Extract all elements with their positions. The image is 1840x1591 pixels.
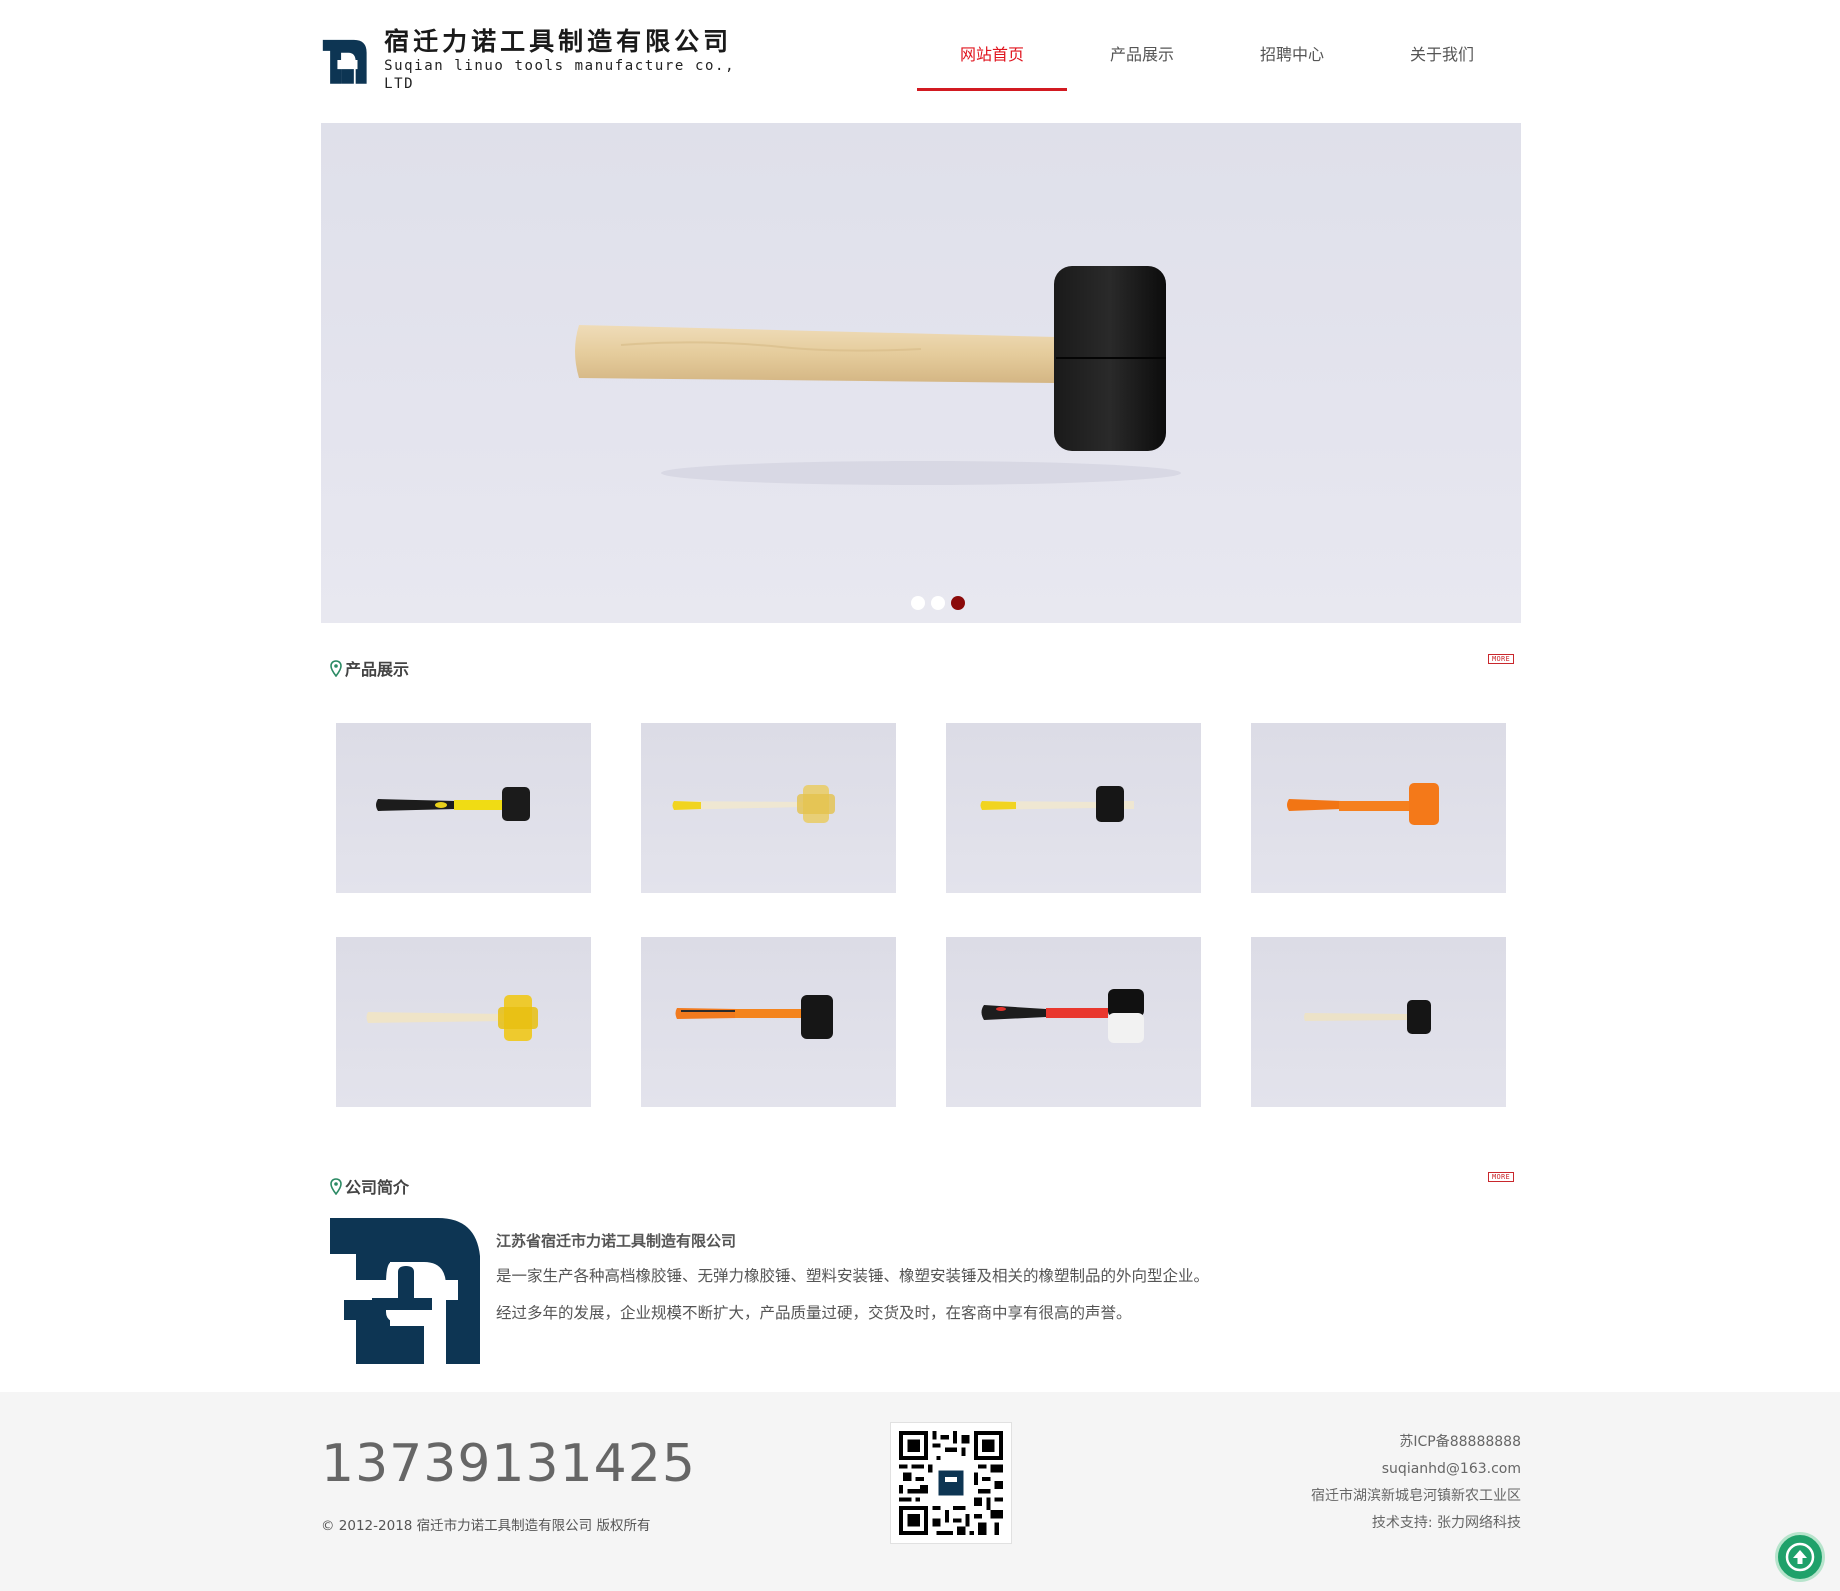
icp-number[interactable]: 苏ICP备88888888 (1311, 1429, 1521, 1456)
logo-chinese-name: 宿迁力诺工具制造有限公司 (384, 27, 733, 56)
carousel-dot-2[interactable] (931, 596, 945, 610)
product-card[interactable] (641, 937, 896, 1107)
carousel-dot-3[interactable] (951, 596, 965, 610)
carousel-dots (911, 596, 965, 610)
product-card[interactable] (336, 937, 591, 1107)
location-pin-icon (330, 1177, 342, 1195)
products-section-header: 产品展示 MORE (330, 654, 1520, 680)
hammer-black-yellow-handle-icon (376, 787, 530, 821)
product-card[interactable] (946, 937, 1201, 1107)
about-company-name: 江苏省宿迁市力诺工具制造有限公司 (496, 1232, 737, 1250)
product-card[interactable] (641, 723, 896, 893)
logo-english-name: Suqian linuo tools manufacture co., LTD (384, 58, 736, 92)
product-grid (336, 723, 1506, 1107)
product-card[interactable] (1251, 723, 1506, 893)
site-header: 宿迁力诺工具制造有限公司 Suqian linuo tools manufact… (321, 0, 1521, 123)
tech-support[interactable]: 技术支持: 张力网络科技 (1311, 1510, 1521, 1537)
hero-hammer-image (575, 266, 1181, 485)
copyright-text: © 2012-2018 宿迁市力诺工具制造有限公司 版权所有 (321, 1518, 651, 1534)
products-more-button[interactable]: MORE (1488, 654, 1514, 664)
company-logo-large-icon (330, 1218, 480, 1364)
hammer-black-wood-handle-small-icon (1304, 1000, 1431, 1034)
company-logo[interactable]: 宿迁力诺工具制造有限公司 Suqian linuo tools manufact… (321, 27, 741, 92)
product-card[interactable] (1251, 937, 1506, 1107)
about-section-header: 公司简介 MORE (330, 1172, 1520, 1198)
carousel-dot-1[interactable] (911, 596, 925, 610)
contact-phone: 13739131425 (321, 1434, 696, 1494)
contact-email[interactable]: suqianhd@163.com (1311, 1456, 1521, 1483)
company-address: 宿迁市湖滨新城皂河镇新农工业区 (1311, 1488, 1521, 1504)
products-section-title: 产品展示 (345, 660, 410, 679)
logo-mark-icon (322, 39, 367, 84)
site-footer: 13739131425 © 2012-2018 宿迁市力诺工具制造有限公司 版权… (0, 1392, 1840, 1591)
product-card[interactable] (336, 723, 591, 893)
hammer-black-white-red-handle-icon (981, 989, 1144, 1043)
hero-banner[interactable] (321, 123, 1521, 623)
nav-about[interactable]: 关于我们 (1367, 44, 1517, 92)
hammer-black-orange-handle-icon (675, 995, 833, 1039)
main-nav: 网站首页 产品展示 招聘中心 关于我们 (917, 44, 1517, 92)
qr-code (890, 1422, 1012, 1544)
about-paragraph: 是一家生产各种高档橡胶锤、无弹力橡胶锤、塑料安装锤、橡塑安装锤及相关的橡塑制品的… (496, 1267, 1210, 1285)
hammer-orange-icon (1287, 783, 1439, 825)
back-to-top-button[interactable] (1775, 1532, 1825, 1582)
about-paragraph: 经过多年的发展，企业规模不断扩大，产品质量过硬，交货及时，在客商中享有很高的声誉… (496, 1304, 1132, 1322)
about-content: 江苏省宿迁市力诺工具制造有限公司 是一家生产各种高档橡胶锤、无弹力橡胶锤、塑料安… (496, 1230, 1396, 1339)
hammer-clear-yellow-wood-handle-icon (366, 995, 538, 1041)
nav-home[interactable]: 网站首页 (917, 44, 1067, 92)
arrow-up-icon (1785, 1542, 1815, 1572)
nav-careers[interactable]: 招聘中心 (1217, 44, 1367, 92)
qr-code-icon (899, 1431, 1003, 1535)
footer-info: 苏ICP备88888888 suqianhd@163.com 宿迁市湖滨新城皂河… (1311, 1429, 1521, 1537)
product-card[interactable] (946, 723, 1201, 893)
hammer-black-wood-handle-icon (980, 786, 1134, 822)
nav-products[interactable]: 产品展示 (1067, 44, 1217, 92)
about-section-title: 公司简介 (345, 1178, 410, 1197)
about-more-button[interactable]: MORE (1488, 1172, 1514, 1182)
hammer-clear-yellow-wood-handle-icon (672, 785, 835, 823)
location-pin-icon (330, 659, 342, 677)
